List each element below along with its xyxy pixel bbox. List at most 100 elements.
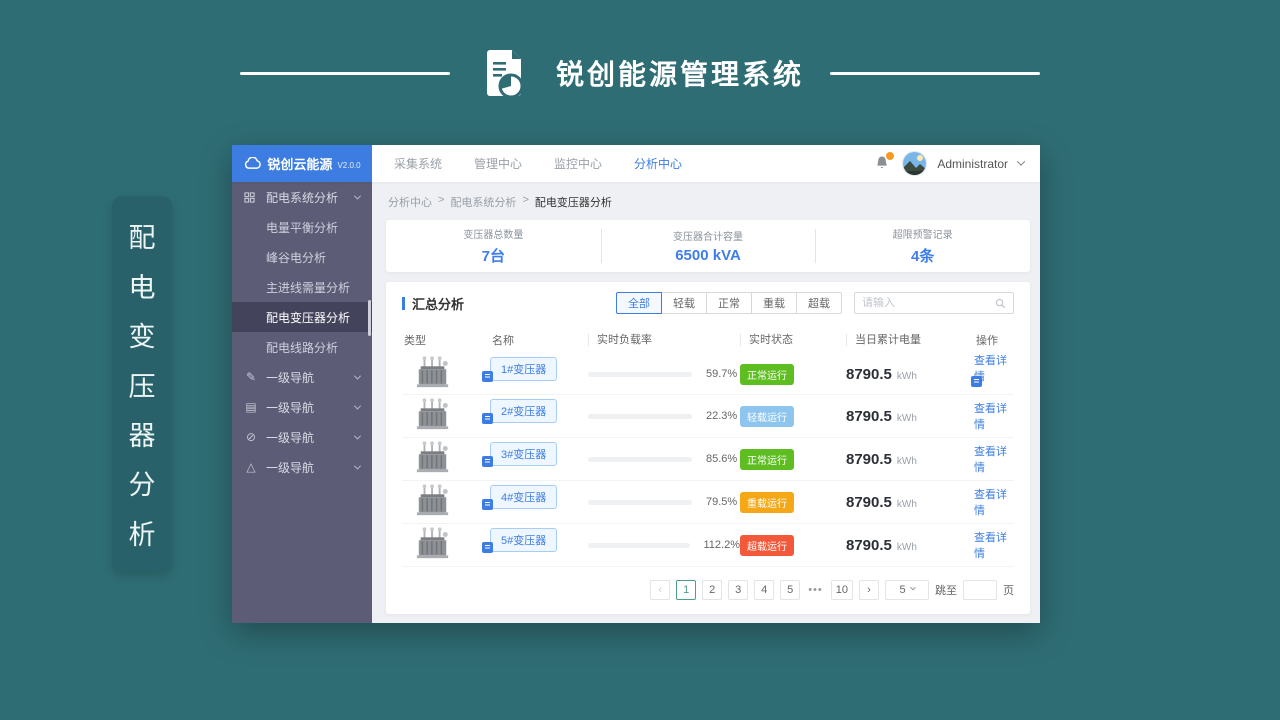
report-badge-icon[interactable] [482, 455, 493, 467]
filter-light-load-button[interactable]: 轻载 [661, 292, 707, 314]
sidebar-item-main-line-demand[interactable]: 主进线需量分析 [232, 272, 372, 302]
load-percentage: 59.7% [706, 368, 738, 380]
pagination-page-4[interactable]: 4 [754, 580, 775, 600]
cell-load-rate: 85.6% [588, 453, 740, 465]
search-input[interactable] [862, 297, 995, 309]
sidebar-group-label: 一级导航 [266, 430, 315, 445]
top-nav-item-collect[interactable]: 采集系统 [390, 153, 446, 174]
view-details-link[interactable]: 查看详情 [974, 486, 1014, 518]
top-nav: 采集系统 管理中心 监控中心 分析中心 [390, 153, 686, 174]
cell-name: 4#变压器 [482, 484, 588, 520]
search-icon[interactable] [995, 298, 1006, 309]
cell-daily-energy: 8790.5 kWh [846, 366, 974, 383]
avatar[interactable] [902, 151, 928, 176]
top-nav-item-manage[interactable]: 管理中心 [470, 153, 526, 174]
report-badge-icon[interactable] [482, 370, 493, 382]
energy-value: 8790.5 [846, 407, 892, 425]
cell-actions: 查看详情 [974, 400, 1014, 433]
stat-value: 4条 [911, 248, 935, 265]
sidebar-item-transformer-analysis[interactable]: 配电变压器分析 [232, 302, 372, 332]
notification-bell-icon[interactable] [874, 151, 895, 173]
header-daily-energy: 当日累计电量 [846, 334, 974, 346]
pagination-ellipsis[interactable]: ••• [806, 584, 825, 596]
sidebar-group-distribution-analysis[interactable]: 配电系统分析 [232, 182, 372, 212]
report-badge-icon[interactable] [971, 376, 982, 387]
breadcrumb-separator: > [438, 194, 445, 206]
transformer-name-button[interactable]: 3#变压器 [490, 441, 558, 466]
energy-value: 8790.5 [846, 493, 892, 511]
banner-line-left [239, 71, 450, 75]
energy-unit: kWh [896, 370, 917, 382]
app-logo[interactable]: 锐创云能源 V2.0.0 [232, 145, 372, 182]
report-badge-icon[interactable] [482, 541, 493, 553]
energy-value: 8790.5 [846, 365, 892, 383]
pagination-page-3[interactable]: 3 [728, 580, 749, 600]
page-size-select[interactable]: 5 [885, 580, 929, 600]
pagination-page-5[interactable]: 5 [780, 580, 801, 600]
load-progress-bar [588, 413, 692, 419]
view-details-link[interactable]: 查看详情 [974, 443, 1014, 475]
top-nav-item-analysis[interactable]: 分析中心 [630, 153, 686, 174]
transformer-name-button[interactable]: 2#变压器 [490, 398, 558, 423]
cell-status: 重载运行 [740, 491, 846, 513]
status-badge: 正常运行 [740, 363, 794, 385]
energy-unit: kWh [896, 455, 917, 467]
stat-total-capacity: 变压器合计容量 6500 kVA [600, 220, 816, 272]
transformer-name-button[interactable]: 1#变压器 [490, 356, 558, 381]
pagination-next-button[interactable]: › [859, 580, 879, 600]
sidebar-group-nav-2[interactable]: ▤ 一级导航 [232, 392, 372, 422]
report-badge-icon[interactable] [482, 498, 493, 510]
sidebar-group-nav-3[interactable]: ⊘ 一级导航 [232, 422, 372, 452]
side-label-char: 配 [128, 223, 156, 254]
energy-value: 8790.5 [846, 450, 892, 468]
breadcrumb-current-page: 配电变压器分析 [534, 197, 612, 209]
status-badge: 正常运行 [740, 448, 794, 470]
circle-icon: ⊘ [245, 430, 257, 444]
sidebar-group-nav-4[interactable]: △ 一级导航 [232, 452, 372, 482]
warning-icon: △ [246, 460, 256, 474]
filter-normal-button[interactable]: 正常 [706, 292, 752, 314]
pagination-page-2[interactable]: 2 [702, 580, 723, 600]
energy-value: 8790.5 [846, 536, 892, 554]
report-badge-icon[interactable] [482, 412, 493, 424]
energy-unit: kWh [896, 498, 917, 510]
cell-daily-energy: 8790.5 kWh [846, 408, 974, 425]
chevron-down-icon [353, 192, 362, 200]
chevron-down-icon [909, 584, 916, 591]
transformer-name-button[interactable]: 5#变压器 [490, 527, 558, 552]
top-nav-item-monitor[interactable]: 监控中心 [550, 153, 606, 174]
filter-overload-button[interactable]: 超载 [796, 292, 842, 314]
breadcrumb-distribution-analysis[interactable]: 配电系统分析 [450, 194, 516, 210]
filter-all-button[interactable]: 全部 [616, 292, 662, 314]
logo-version: V2.0.0 [337, 160, 361, 170]
load-percentage: 22.3% [706, 410, 738, 422]
cell-actions: 查看详情 [974, 529, 1014, 562]
chevron-down-icon[interactable] [1016, 156, 1026, 166]
sidebar-scrollbar[interactable] [368, 300, 371, 336]
side-label: 配 电 变 压 器 分 析 [112, 196, 172, 572]
jump-to-page-input[interactable] [963, 580, 997, 600]
user-name[interactable]: Administrator [937, 157, 1008, 171]
breadcrumb-analysis-center[interactable]: 分析中心 [388, 194, 432, 210]
view-details-link[interactable]: 查看详情 [974, 400, 1014, 432]
stat-label: 变压器总数量 [463, 230, 524, 241]
sidebar-group-label: 配电系统分析 [266, 190, 339, 205]
filter-heavy-load-button[interactable]: 重载 [751, 292, 797, 314]
sidebar-item-line-analysis[interactable]: 配电线路分析 [232, 332, 372, 362]
view-details-link[interactable]: 查看详情 [974, 529, 1014, 561]
cloud-icon [243, 157, 262, 170]
sidebar-item-peak-valley[interactable]: 峰谷电分析 [232, 242, 372, 272]
transformer-name-button[interactable]: 4#变压器 [490, 484, 558, 509]
pagination-page-10[interactable]: 10 [830, 580, 853, 600]
stats-card: 变压器总数量 7台 变压器合计容量 6500 kVA 超限预警记录 4条 [386, 220, 1030, 272]
pagination-prev-button[interactable]: ‹ [650, 580, 671, 600]
pagination-page-1[interactable]: 1 [676, 580, 697, 600]
stat-label: 超限预警记录 [892, 230, 953, 241]
stat-value: 6500 kVA [675, 247, 741, 264]
sidebar-group-label: 一级导航 [266, 370, 315, 385]
header-type: 类型 [404, 335, 426, 347]
sidebar-group-nav-1[interactable]: ✎ 一级导航 [232, 362, 372, 392]
sidebar-item-energy-balance[interactable]: 电量平衡分析 [232, 212, 372, 242]
pagination: ‹ 1 2 3 4 5 ••• 10 › 5 跳至 页 [402, 580, 1014, 600]
table-header-row: 类型 名称 实时负载率 实时状态 当日累计电量 操作 [402, 328, 1014, 352]
